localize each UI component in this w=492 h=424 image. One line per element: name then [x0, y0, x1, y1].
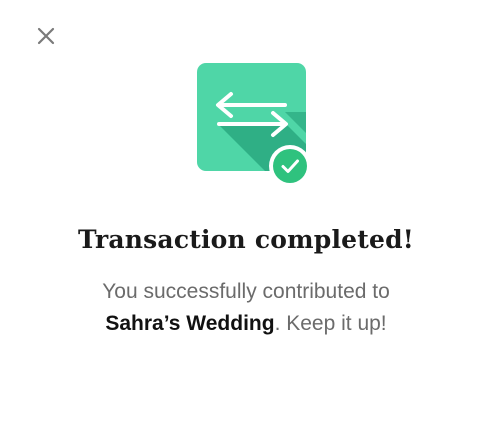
- message-suffix: . Keep it up!: [274, 312, 387, 335]
- dialog-message: You successfully contributed to Sahra’s …: [0, 276, 492, 340]
- transaction-illustration: [197, 63, 309, 187]
- close-icon: [34, 24, 58, 48]
- message-line-2: Sahra’s Wedding. Keep it up!: [0, 308, 492, 340]
- message-line-1: You successfully contributed to: [102, 280, 390, 303]
- recipient-name: Sahra’s Wedding: [105, 312, 275, 335]
- transaction-complete-dialog: Transaction completed! You successfully …: [0, 0, 492, 424]
- close-button[interactable]: [34, 24, 58, 48]
- dialog-title: Transaction completed!: [78, 225, 414, 254]
